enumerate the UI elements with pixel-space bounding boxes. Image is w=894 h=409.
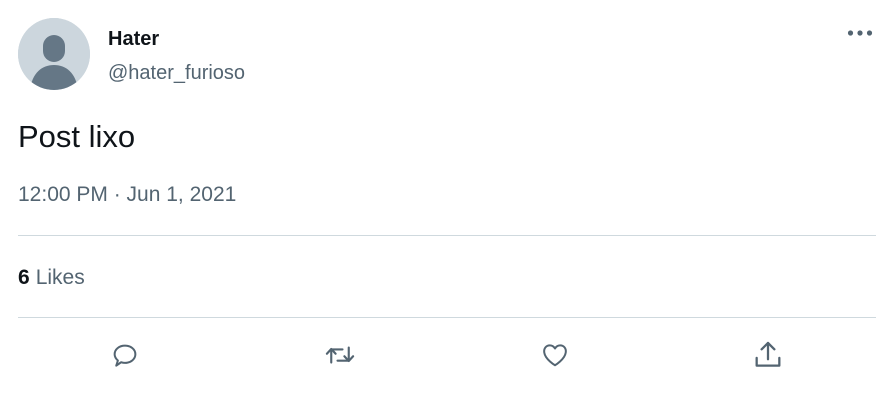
likes-stat[interactable]: 6 Likes [18, 265, 85, 291]
tweet-detail: Hater @hater_furioso Post lixo 12:00 PM … [0, 0, 894, 409]
author-display-name[interactable]: Hater [108, 27, 159, 51]
likes-label: Likes [35, 266, 85, 289]
retweet-icon [325, 346, 355, 364]
tweet-text: Post lixo [18, 119, 136, 154]
share-button[interactable] [749, 336, 787, 374]
reply-button[interactable] [106, 336, 144, 374]
more-options-button[interactable] [842, 18, 878, 48]
retweet-button[interactable] [321, 336, 359, 374]
more-dots-icon [847, 30, 873, 36]
avatar[interactable] [18, 18, 90, 90]
default-profile-icon [18, 18, 90, 90]
like-button[interactable] [536, 336, 574, 374]
share-icon [755, 341, 781, 367]
divider [18, 235, 876, 236]
likes-count: 6 [18, 266, 30, 289]
divider [18, 317, 876, 318]
heart-icon [543, 344, 567, 367]
comment-icon [113, 344, 137, 367]
author-handle[interactable]: @hater_furioso [108, 61, 245, 85]
tweet-timestamp[interactable]: 12:00 PM · Jun 1, 2021 [18, 182, 236, 208]
